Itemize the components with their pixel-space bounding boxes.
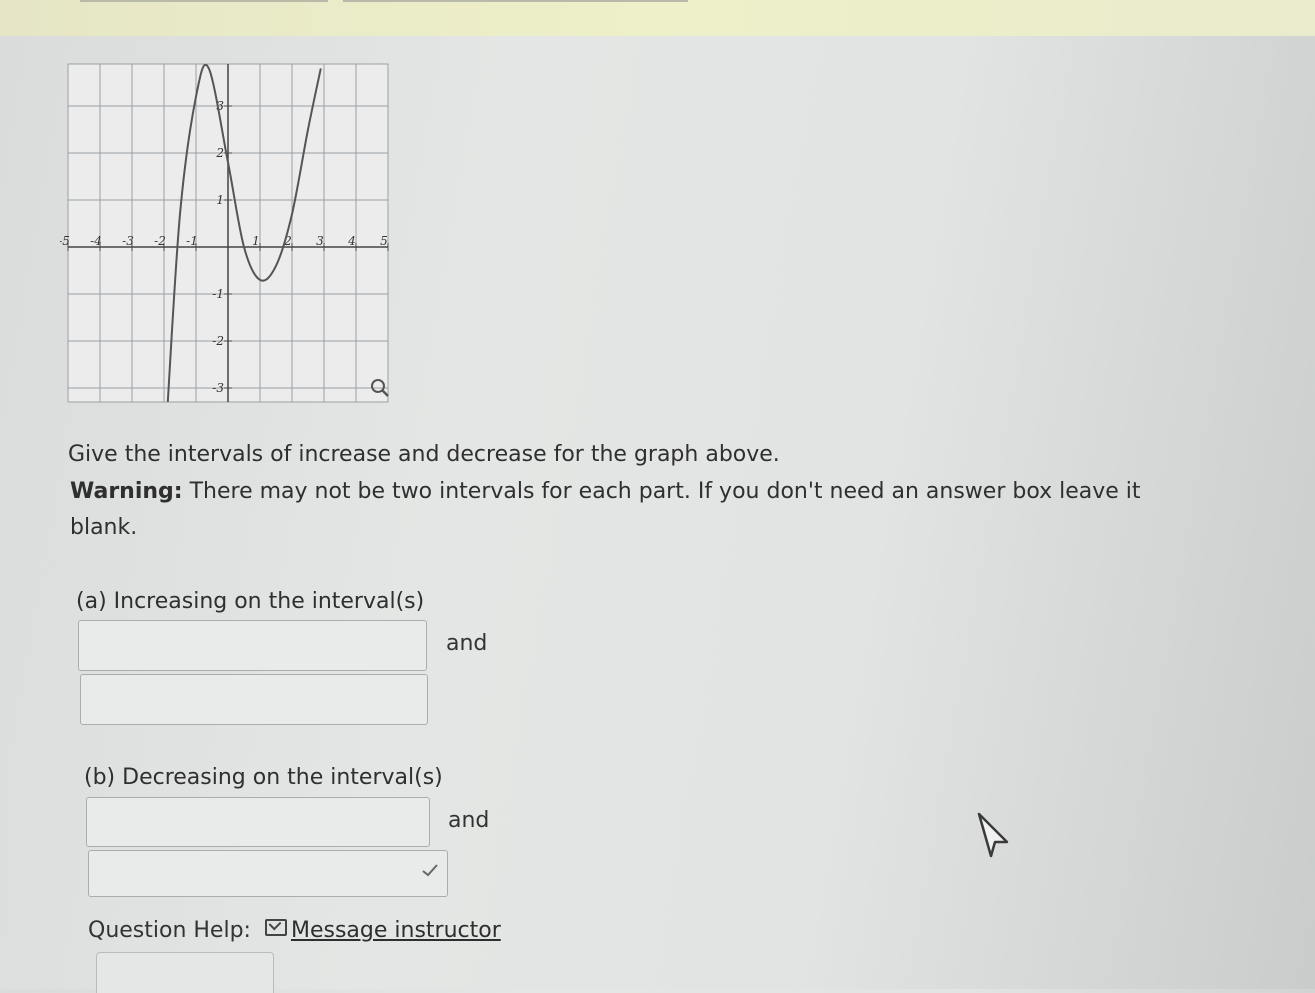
y-tick-label: -2 (212, 334, 224, 348)
x-tick-label: -2 (154, 234, 166, 248)
y-tick-label: -1 (212, 287, 224, 301)
increasing-answer-2[interactable] (80, 674, 428, 725)
x-tick-label: 1 (252, 234, 260, 248)
y-tick-label: 2 (215, 146, 224, 160)
part-a-label: (a) Increasing on the interval(s) (76, 589, 425, 614)
part-b-and: and (448, 808, 490, 833)
question-help: Question Help: Message instructor (88, 918, 501, 943)
x-tick-label: 3 (316, 234, 324, 248)
x-tick-label: -5 (60, 234, 70, 248)
cursor-icon (977, 812, 1009, 858)
increasing-answer-1[interactable] (78, 620, 427, 671)
x-tick-label: -4 (90, 234, 102, 248)
question-warning: Warning: There may not be two intervals … (70, 474, 1200, 546)
mail-icon[interactable] (264, 919, 287, 936)
function-graph: -5-4-3-2-112345 321-1-2-3 (60, 63, 389, 403)
x-tick-label: 4 (347, 234, 356, 248)
message-instructor-link[interactable]: Message instructor (291, 918, 501, 943)
check-icon (422, 864, 438, 877)
decreasing-answer-2[interactable] (88, 850, 448, 897)
x-tick-label: -1 (186, 234, 198, 248)
part-a-and: and (446, 631, 488, 656)
warning-label: Warning: (70, 479, 183, 504)
top-divider-left (80, 0, 328, 2)
bottom-tab[interactable] (96, 952, 274, 993)
top-band (0, 0, 1315, 36)
help-label: Question Help: (88, 918, 251, 943)
decreasing-answer-1[interactable] (86, 797, 430, 847)
y-tick-label: -3 (212, 381, 224, 395)
top-divider-right (343, 0, 688, 2)
x-tick-label: -3 (122, 234, 134, 248)
y-tick-label: 1 (216, 193, 224, 207)
question-prompt: Give the intervals of increase and decre… (68, 442, 780, 467)
part-b-label: (b) Decreasing on the interval(s) (84, 765, 443, 790)
x-tick-label: 5 (380, 234, 388, 248)
warning-text: There may not be two intervals for each … (70, 479, 1141, 540)
